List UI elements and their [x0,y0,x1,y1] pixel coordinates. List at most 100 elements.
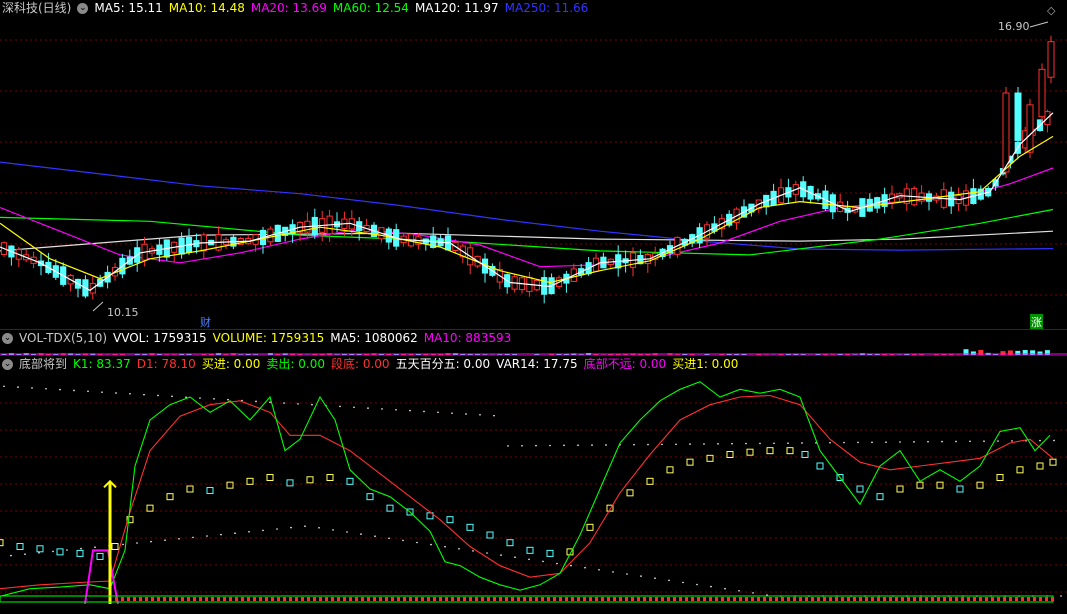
indicator-chart[interactable] [0,356,1067,614]
indicator-panel[interactable]: ⌄ 底部将到 K1: 83.37 D1: 78.10 买进: 0.00 卖出: 0.00 段… [0,356,1067,614]
signal-square [266,474,274,481]
dot-marker [1011,440,1013,442]
baseline-mark [925,597,928,601]
limit-up-badge[interactable]: 涨 [1030,314,1043,330]
dot-marker [843,441,845,444]
signal-square [976,481,984,489]
baseline-mark [265,597,268,601]
baseline-mark [229,597,232,601]
signal-square [816,462,824,470]
signal-square [686,458,694,466]
main-value-2: MA20: 13.69 [250,1,327,15]
dot-marker [682,581,684,584]
signal-square [766,447,774,455]
baseline-mark [319,597,322,601]
vol-value-1: VOLUME: 1759315 [212,331,325,345]
dot-marker [122,543,124,546]
volume-header: ⌄ VOL-TDX(5,10) VVOL: 1759315 VOLUME: 17593… [0,330,523,346]
baseline-mark [679,597,682,601]
dot-marker [969,440,971,443]
dot-marker [612,571,614,573]
dot-marker [626,573,628,575]
baseline-mark [433,597,436,601]
dot-marker [402,539,404,542]
baseline-mark [649,597,652,601]
baseline-mark [355,597,358,601]
baseline-mark [235,597,238,601]
baseline-mark [511,597,514,601]
dot-marker [703,443,705,445]
signal-square [446,516,454,524]
dot-marker [1060,595,1062,597]
baseline-mark [223,597,226,601]
baseline-mark [799,597,802,601]
dot-marker [150,540,152,543]
dot-marker [801,442,803,444]
volume-legend: VVOL: 1759315 VOLUME: 1759315 MA5: 1080062… [113,331,517,345]
kline-panel[interactable]: 深科技(日线) ⌄ MA5: 15.11 MA10: 14.48 MA20: 13.69… [0,0,1067,330]
dot-marker [500,554,502,556]
baseline-mark [829,597,832,601]
dot-marker [423,410,425,413]
baseline-mark [205,597,208,601]
main-value-5: MA250: 11.66 [504,1,589,15]
dot-marker [136,542,138,544]
baseline-mark [181,597,184,601]
baseline-mark [385,597,388,601]
baseline-mark [997,597,1000,601]
signal-square [876,493,884,501]
dot-marker [262,529,264,532]
chevron-down-icon[interactable]: ⌄ [2,333,13,344]
chevron-down-icon[interactable]: ⌄ [77,3,89,14]
baseline-mark [577,597,580,601]
baseline-mark [121,597,124,601]
ind-value-4: 段底: 0.00 [330,357,390,371]
baseline-mark [337,597,340,601]
signal-square [186,485,194,493]
signal-square [936,481,944,489]
baseline-mark [481,597,484,601]
vol-value-3: MA10: 883593 [423,331,512,345]
ind-value-0: K1: 83.37 [73,357,131,371]
signal-square [786,447,794,455]
baseline-mark [271,597,274,601]
baseline-mark [1015,597,1018,601]
baseline-mark [1003,597,1006,601]
signal-square [486,531,494,539]
dot-marker [514,556,516,558]
dot-marker [724,587,726,590]
baseline-mark [805,597,808,601]
dot-marker [549,444,551,447]
dot-marker [675,443,677,446]
baseline-mark [877,597,880,601]
low-price-label: 10.15 [107,306,139,319]
dot-marker [598,569,600,571]
dot-marker [941,440,943,443]
baseline-mark [349,597,352,601]
baseline-mark [853,597,856,601]
baseline-mark [547,597,550,601]
signal-square [56,548,64,556]
ind-value-6: VAR14: 17.75 [496,357,578,371]
dot-marker [31,387,33,389]
signal-square [286,479,294,487]
dot-marker [388,537,390,540]
baseline-mark [193,597,196,601]
high-arrow [1029,21,1049,28]
dot-marker [297,403,299,405]
chevron-down-icon[interactable]: ⌄ [2,359,13,370]
volume-panel[interactable]: ⌄ VOL-TDX(5,10) VVOL: 1759315 VOLUME: 17593… [0,330,1067,356]
diamond-icon[interactable]: ◇ [1047,4,1055,17]
baseline-mark [883,597,886,601]
baseline-mark [343,597,346,601]
finance-badge[interactable]: 财 [200,314,211,330]
signal-square [346,477,354,485]
baseline-mark [715,597,718,601]
dot-marker [479,414,481,416]
baseline-mark [241,597,244,601]
baseline-mark [847,597,850,601]
dot-marker [1053,439,1055,442]
baseline-mark [169,597,172,601]
kline-chart[interactable] [0,0,1067,330]
indicator-legend: K1: 83.37 D1: 78.10 买进: 0.00 卖出: 0.00 段底: 0.… [73,357,744,371]
